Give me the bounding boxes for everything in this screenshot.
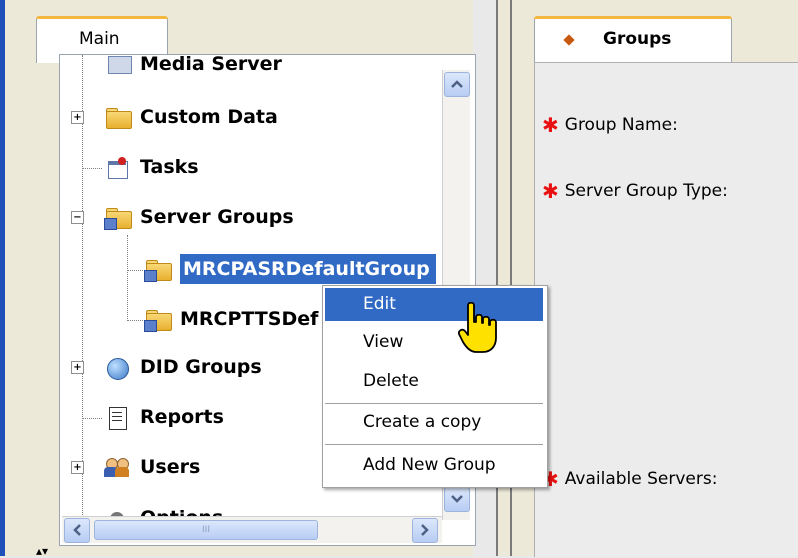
tree-node-users[interactable]: Users <box>104 452 200 482</box>
folder-open-icon <box>104 205 132 230</box>
expand-did-groups-button[interactable]: + <box>71 361 84 374</box>
server-group-type-field: ✱ Server Group Type: <box>542 178 728 203</box>
menu-separator <box>325 444 543 445</box>
tree-node-label: Server Groups <box>140 206 294 228</box>
diamond-icon <box>563 34 575 46</box>
folder-icon <box>104 105 132 129</box>
tree-node-label: Users <box>140 456 201 478</box>
scroll-right-button[interactable] <box>412 518 438 543</box>
detail-panel: Groups ✱ Group Name: ✱ Server Group Type… <box>512 0 798 557</box>
chevron-left-icon <box>73 524 81 536</box>
tree-line <box>127 270 143 271</box>
report-icon <box>104 405 132 430</box>
chevron-up-icon <box>451 80 463 88</box>
tab-main-label: Main <box>79 29 120 49</box>
required-asterisk-icon: ✱ <box>542 112 559 137</box>
required-asterisk-icon: ✱ <box>542 178 559 203</box>
tree-node-label: Media Server <box>140 54 282 75</box>
tree-node-label: Reports <box>140 406 224 428</box>
available-servers-label: Available Servers: <box>564 469 718 489</box>
tree-line <box>127 320 143 321</box>
tree-line <box>82 55 83 525</box>
expand-custom-data-button[interactable]: + <box>71 111 84 124</box>
media-server-icon <box>104 55 132 76</box>
tree-node-label: MRCPTTSDef <box>180 308 319 330</box>
tree-horizontal-scrollbar[interactable]: III <box>62 516 442 543</box>
context-menu: Edit View Delete Create a copy Add New G… <box>322 285 548 488</box>
tree-node-tasks[interactable]: Tasks <box>104 152 199 182</box>
group-folder-icon <box>144 307 172 332</box>
tree-node-label: Custom Data <box>140 106 278 128</box>
calendar-icon <box>104 155 132 179</box>
globe-icon <box>104 355 132 380</box>
tree-line <box>82 168 102 169</box>
scroll-down-button[interactable] <box>444 487 470 512</box>
available-servers-field: ✱ Available Servers: <box>542 469 718 490</box>
tree-node-server-groups[interactable]: Server Groups <box>104 202 294 232</box>
horizontal-scroll-thumb[interactable]: III <box>94 520 318 540</box>
tree-node-mrcpasr-default-group[interactable]: MRCPASRDefaultGroup <box>144 254 436 284</box>
tree-node-custom-data[interactable]: Custom Data <box>104 102 278 132</box>
chevron-down-icon <box>451 495 463 503</box>
menu-item-delete[interactable]: Delete <box>325 365 543 398</box>
tree-node-media-server[interactable]: Media Server <box>104 54 282 79</box>
tree-node-label: DID Groups <box>140 356 262 378</box>
scroll-up-button[interactable] <box>444 72 470 97</box>
menu-separator <box>325 403 543 404</box>
group-folder-icon <box>144 257 172 282</box>
tree-node-label: MRCPASRDefaultGroup <box>180 254 436 284</box>
chevron-right-icon <box>421 524 429 536</box>
group-name-label: Group Name: <box>564 115 678 135</box>
tab-groups-label: Groups <box>603 29 672 49</box>
users-icon <box>104 455 132 479</box>
hand-cursor-icon <box>458 302 497 353</box>
tab-groups[interactable]: Groups <box>534 16 732 63</box>
scroll-thumb-grip: III <box>202 525 210 535</box>
expand-users-button[interactable]: + <box>71 461 84 474</box>
scroll-left-button[interactable] <box>64 518 90 543</box>
sort-arrows-icon: ▴▾ <box>36 544 49 558</box>
menu-item-view[interactable]: View <box>325 326 543 359</box>
server-group-type-label: Server Group Type: <box>564 181 728 201</box>
menu-item-add-new-group[interactable]: Add New Group <box>325 449 543 482</box>
collapse-server-groups-button[interactable]: − <box>71 211 84 224</box>
tree-line <box>127 235 128 321</box>
tree-node-did-groups[interactable]: DID Groups <box>104 352 262 382</box>
tree-node-label: Tasks <box>140 156 199 178</box>
group-name-field: ✱ Group Name: <box>542 112 678 137</box>
tree-line <box>82 418 102 419</box>
menu-item-create-copy[interactable]: Create a copy <box>325 406 543 439</box>
tree-node-mrcptts-default-group[interactable]: MRCPTTSDef <box>144 304 318 334</box>
menu-item-edit[interactable]: Edit <box>325 288 543 321</box>
tree-node-reports[interactable]: Reports <box>104 402 224 432</box>
